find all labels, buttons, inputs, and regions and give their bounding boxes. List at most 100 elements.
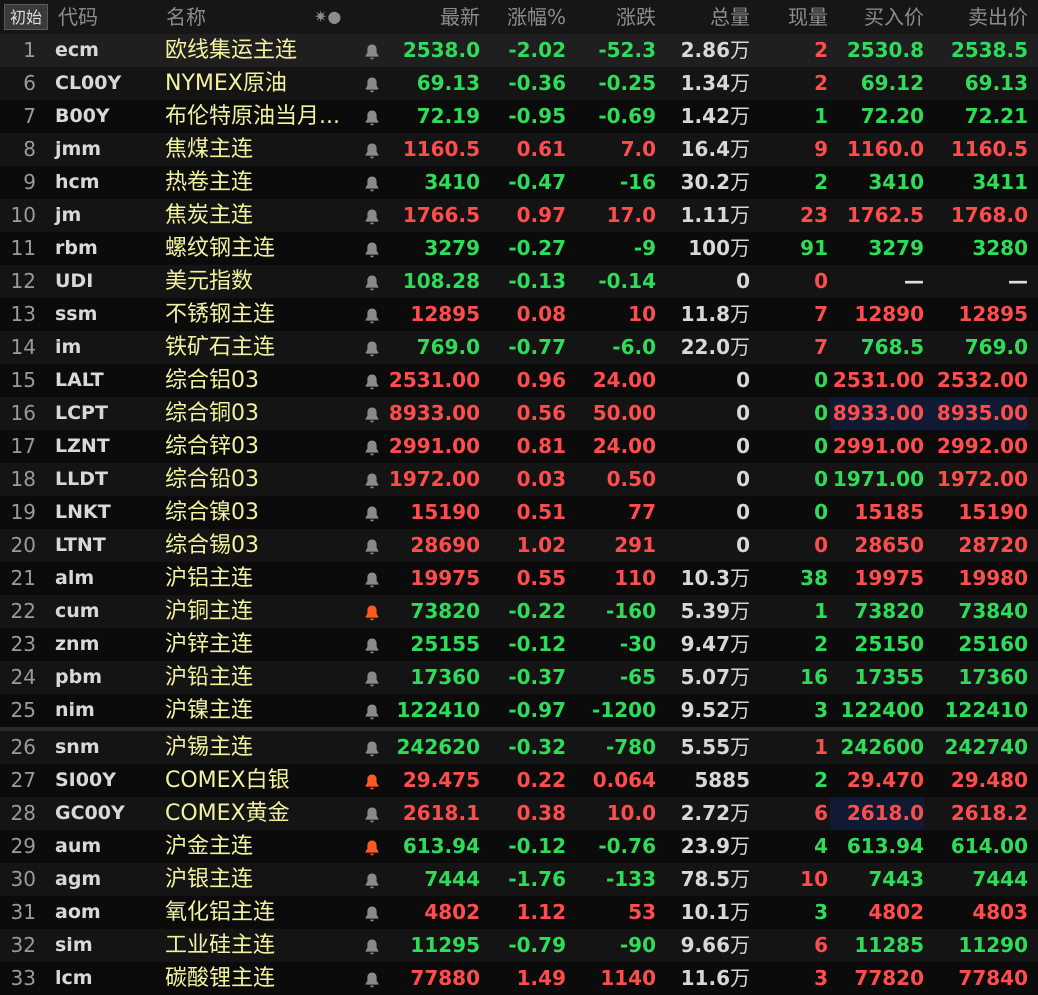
alert-bell-icon[interactable] <box>363 896 381 929</box>
alert-bell-icon[interactable] <box>363 34 381 67</box>
col-chg[interactable]: 涨跌 <box>566 0 656 34</box>
col-name[interactable]: 名称 <box>166 0 206 34</box>
alert-bell-icon[interactable] <box>363 797 381 830</box>
table-row[interactable]: 22 cum 沪铜主连 73820 -0.22 -160 5.39万 1 73820 73840 <box>0 595 1038 628</box>
table-row[interactable]: 9 hcm 热卷主连 3410 -0.47 -16 30.2万 2 3410 3411 <box>0 166 1038 199</box>
table-row[interactable]: 1 ecm 欧线集运主连 2538.0 -2.02 -52.3 2.86万 2 2530.8 25… <box>0 34 1038 67</box>
total-volume: 0 <box>656 430 750 463</box>
alert-bell-icon[interactable] <box>363 496 381 529</box>
col-pct[interactable]: 涨幅% <box>480 0 566 34</box>
alert-bell-icon[interactable] <box>363 929 381 962</box>
last-price: 2991.00 <box>388 434 480 458</box>
table-row[interactable]: 28 GC00Y COMEX黄金 2618.1 0.38 10.0 2.72万 6 2618.0… <box>0 797 1038 830</box>
col-bid[interactable]: 买入价 <box>828 0 924 34</box>
alert-bell-icon[interactable] <box>363 166 381 199</box>
table-row[interactable]: 16 LCPT 综合铜03 8933.00 0.56 50.00 0 0 8933.00 8935… <box>0 397 1038 430</box>
alert-bell-icon[interactable] <box>363 232 381 265</box>
volume-unit: 万 <box>730 170 750 194</box>
col-last[interactable]: 最新 <box>380 0 480 34</box>
table-row[interactable]: 27 SI00Y COMEX白银 29.475 0.22 0.064 5885 2 29.470… <box>0 764 1038 797</box>
row-number: 23 <box>10 632 36 656</box>
contract-name: 沪铜主连 <box>165 599 254 624</box>
table-row[interactable]: 11 rbm 螺纹钢主连 3279 -0.27 -9 100万 91 3279 3280 <box>0 232 1038 265</box>
alert-bell-icon[interactable] <box>363 199 381 232</box>
total-volume: 0 <box>656 364 750 397</box>
table-row[interactable]: 7 B00Y 布伦特原油当月... 72.19 -0.95 -0.69 1.42万 1 72.2… <box>0 100 1038 133</box>
alert-bell-icon[interactable] <box>363 298 381 331</box>
col-ask[interactable]: 卖出价 <box>924 0 1028 34</box>
change-percent: 0.03 <box>516 467 566 491</box>
table-row[interactable]: 26 snm 沪锡主连 242620 -0.32 -780 5.55万 1 242600 2427… <box>0 731 1038 764</box>
alert-bell-icon[interactable] <box>363 529 381 562</box>
alert-bell-icon[interactable] <box>363 67 381 100</box>
alert-bell-icon[interactable] <box>363 265 381 298</box>
volume-value: 22.0 <box>680 335 730 359</box>
table-row[interactable]: 12 UDI 美元指数 108.28 -0.13 -0.14 0 0 — — <box>0 265 1038 298</box>
table-row[interactable]: 17 LZNT 综合锌03 2991.00 0.81 24.00 0 0 2991.00 2992… <box>0 430 1038 463</box>
change-percent: 0.38 <box>516 801 566 825</box>
alert-bell-icon[interactable] <box>363 661 381 694</box>
contract-name: 焦炭主连 <box>165 203 254 228</box>
last-price: 1160.5 <box>402 137 480 161</box>
col-code[interactable]: 代码 <box>58 0 98 34</box>
change-percent: 0.97 <box>516 203 566 227</box>
alert-bell-icon[interactable] <box>363 731 381 764</box>
col-vol[interactable]: 总量 <box>656 0 750 34</box>
table-row[interactable]: 25 nim 沪镍主连 122410 -0.97 -1200 9.52万 3 122400 122… <box>0 694 1038 727</box>
volume-unit: 万 <box>730 203 750 227</box>
table-row[interactable]: 31 aom 氧化铝主连 4802 1.12 53 10.1万 3 4802 4803 <box>0 896 1038 929</box>
table-row[interactable]: 10 jm 焦炭主连 1766.5 0.97 17.0 1.11万 23 1762.5 1768.… <box>0 199 1038 232</box>
table-row[interactable]: 33 lcm 碳酸锂主连 77880 1.49 1140 11.6万 3 77820 77840 <box>0 962 1038 995</box>
current-volume: 2 <box>814 71 828 95</box>
table-row[interactable]: 14 im 铁矿石主连 769.0 -0.77 -6.0 22.0万 7 768.5 769.0 <box>0 331 1038 364</box>
col-alert-icon[interactable]: ✷● <box>314 0 341 34</box>
change-percent: 1.12 <box>516 900 566 924</box>
alert-bell-icon[interactable] <box>363 962 381 995</box>
table-row[interactable]: 32 sim 工业硅主连 11295 -0.79 -90 9.66万 6 11285 11290 <box>0 929 1038 962</box>
alert-bell-icon[interactable] <box>363 562 381 595</box>
contract-code: pbm <box>55 666 102 688</box>
alert-bell-icon[interactable] <box>363 463 381 496</box>
alert-bell-icon[interactable] <box>363 694 381 727</box>
current-volume: 38 <box>800 566 828 590</box>
init-tab[interactable]: 初始 <box>4 4 48 30</box>
total-volume: 1.42万 <box>656 100 750 133</box>
contract-code: nim <box>55 699 95 721</box>
current-volume: 6 <box>814 933 828 957</box>
table-row[interactable]: 23 znm 沪锌主连 25155 -0.12 -30 9.47万 2 25150 25160 <box>0 628 1038 661</box>
row-number: 1 <box>23 38 36 62</box>
alert-bell-icon[interactable] <box>363 830 381 863</box>
alert-bell-icon[interactable] <box>363 628 381 661</box>
table-row[interactable]: 8 jmm 焦煤主连 1160.5 0.61 7.0 16.4万 9 1160.0 1160.5 <box>0 133 1038 166</box>
alert-bell-icon[interactable] <box>363 764 381 797</box>
table-row[interactable]: 20 LTNT 综合锡03 28690 1.02 291 0 0 28650 28720 <box>0 529 1038 562</box>
table-row[interactable]: 24 pbm 沪铅主连 17360 -0.37 -65 5.07万 16 17355 17360 <box>0 661 1038 694</box>
row-number: 24 <box>10 665 36 689</box>
table-row[interactable]: 15 LALT 综合铝03 2531.00 0.96 24.00 0 0 2531.00 2532… <box>0 364 1038 397</box>
last-price: 108.28 <box>402 269 480 293</box>
row-number: 32 <box>10 933 36 957</box>
col-cur[interactable]: 现量 <box>750 0 828 34</box>
alert-bell-icon[interactable] <box>363 331 381 364</box>
ask-price: 15190 <box>958 500 1028 524</box>
table-row[interactable]: 30 agm 沪银主连 7444 -1.76 -133 78.5万 10 7443 7444 <box>0 863 1038 896</box>
contract-code: LLDT <box>55 468 108 490</box>
alert-bell-icon[interactable] <box>363 863 381 896</box>
contract-code: LALT <box>55 369 104 391</box>
table-row[interactable]: 21 alm 沪铝主连 19975 0.55 110 10.3万 38 19975 19980 <box>0 562 1038 595</box>
last-price: 15190 <box>410 500 480 524</box>
table-row[interactable]: 18 LLDT 综合铅03 1972.00 0.03 0.50 0 0 1971.00 1972.… <box>0 463 1038 496</box>
change-amount: -30 <box>619 632 656 656</box>
alert-bell-icon[interactable] <box>363 430 381 463</box>
row-number: 31 <box>10 900 36 924</box>
table-row[interactable]: 13 ssm 不锈钢主连 12895 0.08 10 11.8万 7 12890 12895 <box>0 298 1038 331</box>
table-row[interactable]: 19 LNKT 综合镍03 15190 0.51 77 0 0 15185 15190 <box>0 496 1038 529</box>
alert-bell-icon[interactable] <box>363 100 381 133</box>
contract-code: GC00Y <box>55 802 125 824</box>
alert-bell-icon[interactable] <box>363 133 381 166</box>
table-row[interactable]: 29 aum 沪金主连 613.94 -0.12 -0.76 23.9万 4 613.94 614… <box>0 830 1038 863</box>
alert-bell-icon[interactable] <box>363 397 381 430</box>
alert-bell-icon[interactable] <box>363 595 381 628</box>
table-row[interactable]: 6 CL00Y NYMEX原油 69.13 -0.36 -0.25 1.34万 2 69.12 6… <box>0 67 1038 100</box>
alert-bell-icon[interactable] <box>363 364 381 397</box>
